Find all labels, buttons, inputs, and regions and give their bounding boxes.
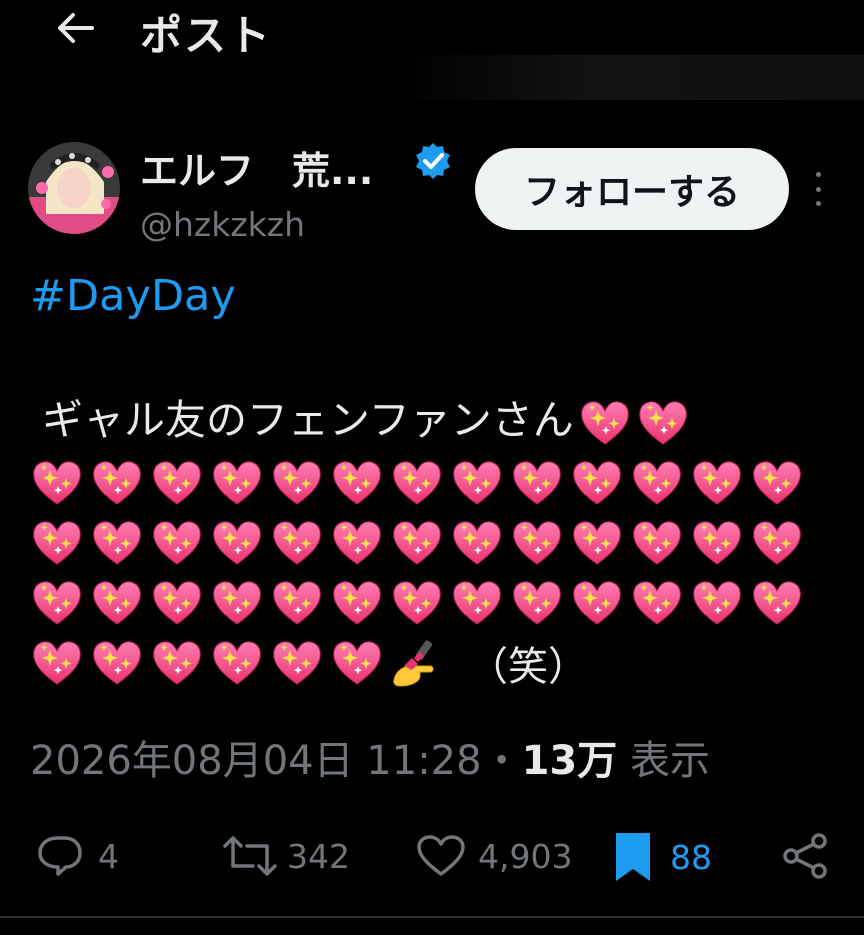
sparkling-heart-icon bbox=[270, 456, 324, 510]
reply-button[interactable]: 4 bbox=[36, 834, 119, 878]
post-text-line: ギャル友のフェンファンさん bbox=[42, 390, 690, 450]
laugh-text: （笑） bbox=[468, 644, 588, 690]
sparkling-heart-icon bbox=[210, 576, 264, 630]
sparkling-heart-icon bbox=[750, 456, 804, 510]
page-title: ポスト bbox=[140, 11, 273, 60]
user-handle[interactable]: @hzkzkzh bbox=[140, 205, 305, 244]
sparkling-heart-icon bbox=[90, 456, 144, 510]
bookmark-count: 88 bbox=[670, 837, 712, 877]
more-options-icon[interactable] bbox=[806, 172, 830, 206]
sparkling-heart-icon bbox=[390, 576, 444, 630]
emoji-row bbox=[30, 513, 804, 573]
sparkling-heart-icon bbox=[630, 516, 684, 570]
meta-separator: ・ bbox=[481, 738, 522, 784]
sparkling-heart-icon bbox=[578, 396, 632, 450]
view-label: 表示 bbox=[629, 738, 710, 784]
action-bar: 4 342 4,903 88 bbox=[0, 826, 864, 886]
sparkling-heart-icon bbox=[150, 516, 204, 570]
sparkling-heart-icon bbox=[570, 456, 624, 510]
sparkling-heart-icon bbox=[330, 456, 384, 510]
share-icon bbox=[783, 833, 827, 879]
sparkling-heart-icon bbox=[90, 516, 144, 570]
verified-badge-icon bbox=[416, 143, 450, 179]
sparkling-heart-icon bbox=[150, 456, 204, 510]
sparkling-heart-icon bbox=[30, 456, 84, 510]
like-button[interactable]: 4,903 bbox=[416, 834, 572, 878]
reply-icon bbox=[38, 836, 82, 876]
hashtag-link[interactable]: #DayDay bbox=[30, 271, 236, 321]
emoji-row: （笑） bbox=[30, 633, 804, 693]
sparkling-heart-icon bbox=[270, 516, 324, 570]
view-count: 13万 bbox=[521, 738, 618, 784]
sparkling-heart-icon bbox=[636, 396, 690, 450]
sparkling-heart-icon bbox=[90, 636, 144, 690]
repost-count: 342 bbox=[287, 836, 350, 876]
emoji-row bbox=[30, 573, 804, 633]
repost-button[interactable]: 342 bbox=[223, 834, 350, 878]
sparkling-heart-icon bbox=[150, 576, 204, 630]
sparkling-heart-icon bbox=[270, 576, 324, 630]
reply-count: 4 bbox=[98, 836, 119, 876]
sparkling-heart-icon bbox=[450, 576, 504, 630]
sparkling-heart-icon bbox=[270, 636, 324, 690]
sparkling-heart-icon bbox=[450, 456, 504, 510]
sparkling-heart-icon bbox=[210, 636, 264, 690]
sparkling-heart-icon bbox=[570, 516, 624, 570]
sparkling-heart-icon bbox=[690, 516, 744, 570]
sparkling-heart-icon bbox=[570, 576, 624, 630]
follow-button[interactable]: フォローする bbox=[475, 148, 789, 230]
sparkling-heart-icon bbox=[390, 456, 444, 510]
sparkling-heart-icon bbox=[330, 516, 384, 570]
back-arrow-icon bbox=[58, 13, 94, 43]
bookmark-button[interactable]: 88 bbox=[612, 831, 712, 883]
post-text: ギャル友のフェンファンさん bbox=[42, 396, 574, 444]
display-name[interactable]: エルフ 荒... bbox=[140, 140, 373, 195]
like-count: 4,903 bbox=[478, 836, 573, 876]
bookmark-filled-icon bbox=[616, 833, 650, 881]
sparkling-heart-icon bbox=[510, 576, 564, 630]
repost-icon bbox=[223, 836, 277, 876]
sparkling-heart-icon bbox=[690, 576, 744, 630]
inline-hearts bbox=[578, 396, 690, 450]
sparkling-heart-icon bbox=[450, 516, 504, 570]
post-meta: 2026年08月04日 11:28・13万 表示 bbox=[30, 728, 710, 786]
heart-outline-icon bbox=[417, 835, 465, 876]
post-timestamp[interactable]: 2026年08月04日 11:28 bbox=[30, 738, 482, 784]
sparkling-heart-icon bbox=[750, 516, 804, 570]
sparkling-heart-icon bbox=[510, 456, 564, 510]
back-button[interactable] bbox=[50, 8, 100, 48]
emoji-block: （笑） bbox=[30, 453, 804, 693]
sparkling-heart-icon bbox=[210, 516, 264, 570]
sparkling-heart-icon bbox=[330, 636, 384, 690]
sparkling-heart-icon bbox=[630, 456, 684, 510]
sparkling-heart-icon bbox=[30, 576, 84, 630]
sparkling-heart-icon bbox=[390, 516, 444, 570]
sparkling-heart-icon bbox=[30, 636, 84, 690]
sparkling-heart-icon bbox=[30, 516, 84, 570]
top-bar: ポスト bbox=[0, 0, 864, 100]
emoji-row bbox=[30, 453, 804, 513]
divider bbox=[0, 916, 864, 918]
sparkling-heart-icon bbox=[90, 576, 144, 630]
sparkling-heart-icon bbox=[150, 636, 204, 690]
avatar[interactable] bbox=[28, 142, 120, 234]
header-fade bbox=[400, 55, 864, 100]
sparkling-heart-icon bbox=[630, 576, 684, 630]
sparkling-heart-icon bbox=[510, 516, 564, 570]
sparkling-heart-icon bbox=[690, 456, 744, 510]
sparkling-heart-icon bbox=[750, 576, 804, 630]
nail-polish-icon bbox=[393, 640, 434, 687]
sparkling-heart-icon bbox=[210, 456, 264, 510]
share-button[interactable] bbox=[782, 832, 830, 880]
sparkling-heart-icon bbox=[330, 576, 384, 630]
